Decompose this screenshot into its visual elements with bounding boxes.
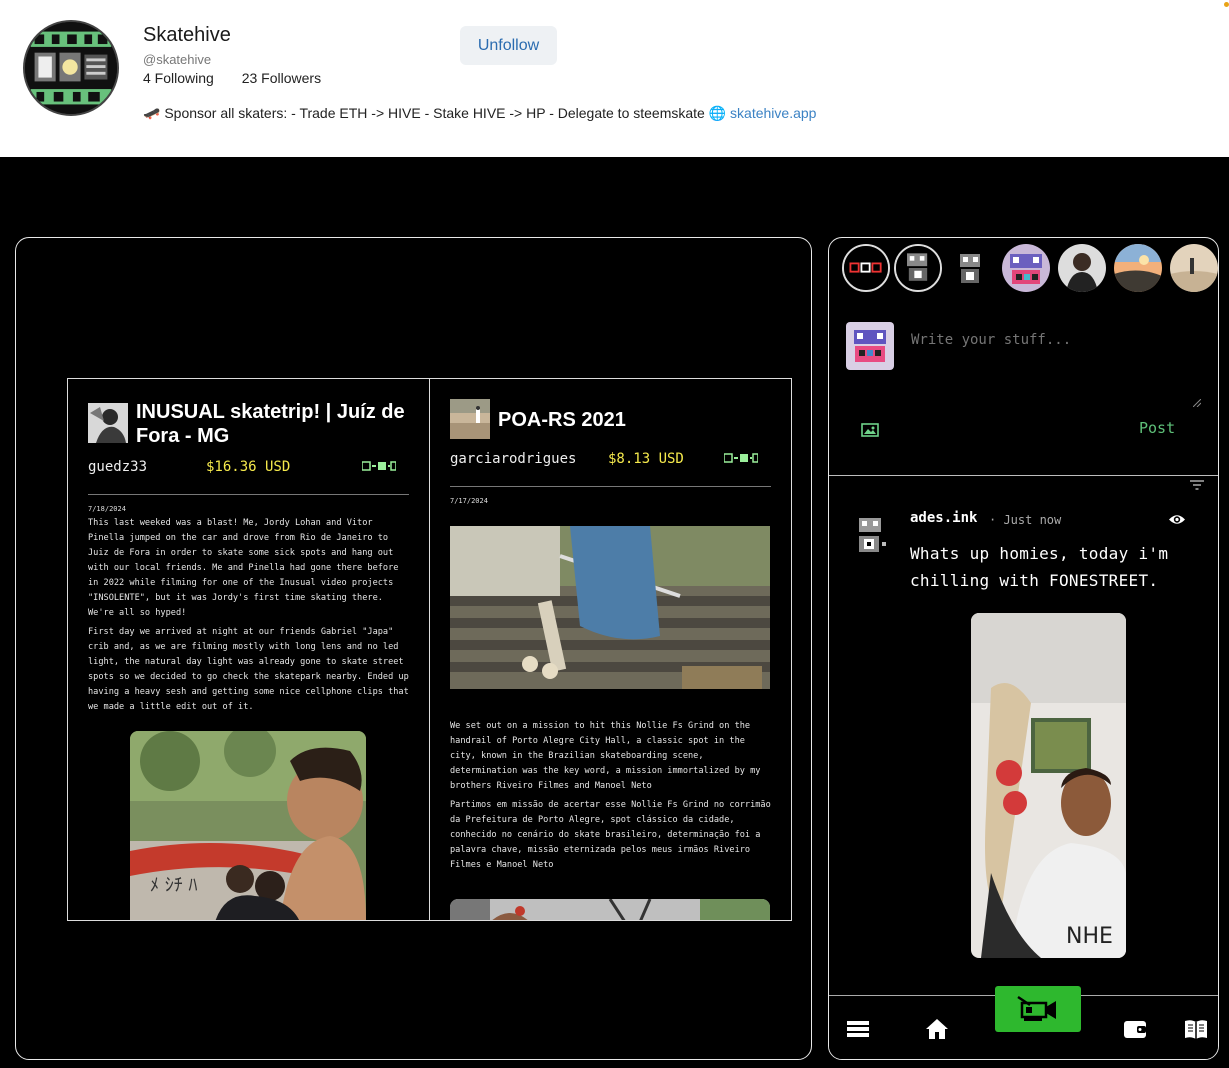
author-thumbnail[interactable] bbox=[450, 399, 490, 439]
skate-vote-icon[interactable] bbox=[361, 457, 397, 471]
post-card[interactable]: POA-RS 2021 garciarodrigues $8.13 USD 7/… bbox=[429, 378, 792, 921]
post-payout: $8.13 USD bbox=[608, 451, 684, 467]
create-video-button[interactable] bbox=[995, 986, 1081, 1032]
wallet-icon[interactable] bbox=[1123, 1018, 1147, 1040]
story-avatar[interactable] bbox=[894, 244, 942, 292]
profile-header: Skatehive @skatehive 4 Following 23 Foll… bbox=[0, 0, 1229, 157]
svg-text:ﾒ ｼﾁ ﾊ: ﾒ ｼﾁ ﾊ bbox=[150, 875, 197, 896]
post-card[interactable]: INUSUAL skatetrip! | Juíz de Fora - MG g… bbox=[67, 378, 430, 921]
filter-icon[interactable] bbox=[1189, 478, 1205, 490]
compose-input[interactable] bbox=[901, 322, 1203, 404]
author-thumbnail[interactable] bbox=[88, 403, 128, 443]
post-author[interactable]: garciarodrigues bbox=[450, 451, 576, 467]
story-avatar[interactable] bbox=[1170, 244, 1218, 292]
post-title[interactable]: POA-RS 2021 bbox=[498, 408, 778, 432]
story-avatar[interactable] bbox=[842, 244, 890, 292]
story-avatar[interactable] bbox=[946, 244, 994, 292]
post-title[interactable]: INUSUAL skatetrip! | Juíz de Fora - MG bbox=[136, 400, 416, 448]
feed-divider bbox=[829, 475, 1218, 476]
following-count[interactable]: 4 Following bbox=[143, 70, 214, 86]
story-avatar[interactable] bbox=[1058, 244, 1106, 292]
profile-handle: @skatehive bbox=[143, 52, 212, 67]
post-button[interactable]: Post bbox=[1139, 419, 1175, 437]
book-icon[interactable] bbox=[1184, 1018, 1208, 1040]
followers-count[interactable]: 23 Followers bbox=[242, 70, 321, 86]
post-body: This last weeked was a blast! Me, Jordy … bbox=[88, 516, 413, 719]
post-photo[interactable]: ﾒ ｼﾁ ﾊ bbox=[130, 731, 366, 920]
notification-dot bbox=[1224, 2, 1229, 7]
unfollow-button[interactable]: Unfollow bbox=[460, 26, 557, 65]
post-paragraph: We set out on a mission to hit this Noll… bbox=[450, 721, 761, 791]
feed-photo[interactable]: NHE bbox=[971, 613, 1126, 958]
feed-username[interactable]: ades.ink bbox=[910, 510, 977, 526]
post-divider bbox=[88, 494, 409, 495]
resize-grip-icon[interactable] bbox=[1192, 394, 1202, 408]
about-link[interactable]: skatehive.app bbox=[730, 105, 816, 121]
feed-timestamp: · Just now bbox=[989, 513, 1062, 527]
post-date: 7/18/2024 bbox=[88, 505, 126, 513]
post-photo[interactable] bbox=[450, 899, 770, 920]
post-paragraph: Partimos em missão de acertar esse Nolli… bbox=[450, 800, 771, 870]
video-camera-icon bbox=[1017, 995, 1056, 1021]
story-avatar[interactable] bbox=[1114, 244, 1162, 292]
post-divider bbox=[450, 486, 771, 487]
about-text: 🛹 Sponsor all skaters: - Trade ETH -> HI… bbox=[143, 105, 731, 121]
post-paragraph: First day we arrived at night at our fri… bbox=[88, 627, 409, 712]
composer-avatar bbox=[846, 322, 894, 370]
feed-user-avatar[interactable] bbox=[853, 516, 889, 560]
profile-about: 🛹 Sponsor all skaters: - Trade ETH -> HI… bbox=[143, 105, 816, 122]
feed-panel: Post ades.ink · Just now Whats up homies… bbox=[828, 237, 1219, 1060]
skate-vote-icon[interactable] bbox=[723, 449, 759, 463]
eye-icon[interactable] bbox=[1168, 513, 1186, 526]
feed-text: Whats up homies, today i'm chilling with… bbox=[910, 544, 1169, 590]
post-body: We set out on a mission to hit this Noll… bbox=[450, 719, 775, 877]
home-icon[interactable] bbox=[925, 1018, 949, 1040]
post-date: 7/17/2024 bbox=[450, 497, 488, 505]
posts-panel: INUSUAL skatetrip! | Juíz de Fora - MG g… bbox=[15, 237, 812, 1060]
menu-icon[interactable] bbox=[846, 1018, 870, 1040]
post-paragraph: This last weeked was a blast! Me, Jordy … bbox=[88, 518, 399, 618]
story-avatar[interactable] bbox=[1002, 244, 1050, 292]
svg-text:NHE: NHE bbox=[1066, 924, 1113, 949]
profile-name: Skatehive bbox=[143, 24, 231, 46]
post-photo[interactable] bbox=[450, 526, 770, 689]
post-payout: $16.36 USD bbox=[206, 459, 291, 475]
image-icon[interactable] bbox=[861, 422, 879, 438]
follow-counts: 4 Following 23 Followers bbox=[143, 70, 321, 86]
post-author[interactable]: guedz33 bbox=[88, 459, 147, 475]
profile-avatar bbox=[23, 20, 119, 116]
